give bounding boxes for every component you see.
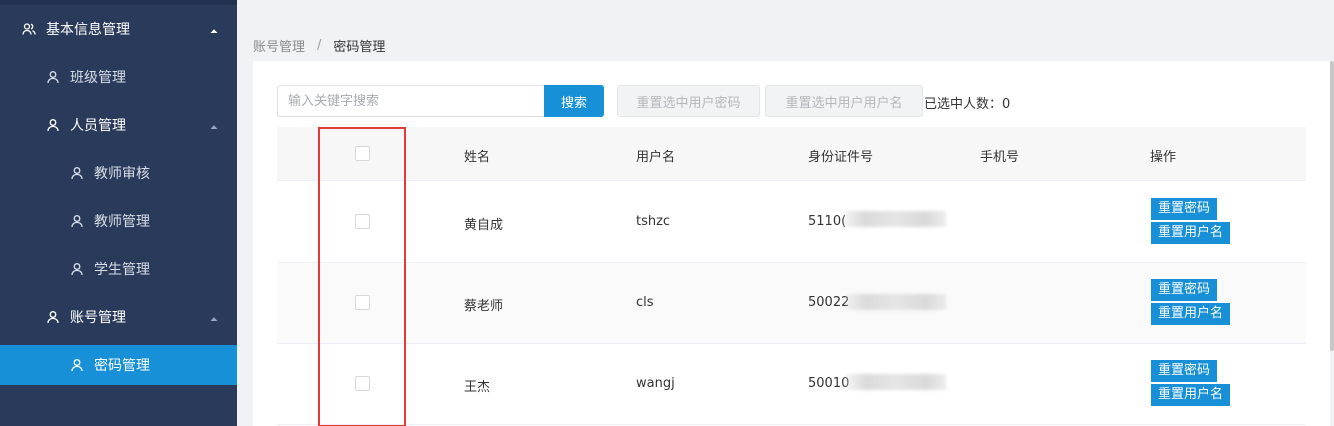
sidebar-item-class[interactable]: 班级管理 [0, 57, 237, 97]
cell-username: tshzc [636, 214, 671, 229]
search-button[interactable]: 搜索 [544, 85, 604, 117]
table-row: 黄自成 tshzc 5110( 重置密码 重置用户名 [277, 182, 1306, 263]
sidebar-item-label: 班级管理 [70, 70, 126, 86]
sidebar-item-account[interactable]: 账号管理 [0, 297, 237, 337]
breadcrumb-parent[interactable]: 账号管理 [253, 36, 305, 55]
header-actions: 操作 [1150, 150, 1177, 165]
breadcrumb: 账号管理 / 密码管理 [253, 36, 386, 55]
search-input[interactable] [277, 85, 545, 117]
sidebar: 基本信息管理 班级管理 人员管理 教师审核 教师管理 学生管理 账号管理 密码管… [0, 0, 237, 426]
redacted-id-blur [846, 374, 946, 390]
row-checkbox[interactable] [355, 214, 370, 229]
sidebar-item-label: 学生管理 [94, 262, 150, 278]
user-icon [70, 166, 84, 180]
cell-id-number: 50010 [808, 376, 850, 391]
scrollbar[interactable] [1330, 61, 1334, 351]
cell-name: 黄自成 [464, 218, 504, 233]
breadcrumb-separator: / [317, 37, 322, 53]
reset-password-button[interactable]: 重置密码 [1151, 198, 1218, 220]
user-icon [46, 118, 60, 132]
select-all-checkbox[interactable] [355, 146, 370, 161]
users-icon [22, 22, 36, 36]
user-icon [46, 310, 60, 324]
reset-username-button[interactable]: 重置用户名 [1151, 384, 1231, 406]
sidebar-item-label: 基本信息管理 [46, 22, 130, 38]
header-phone: 手机号 [980, 150, 1020, 165]
chevron-up-icon [209, 312, 219, 322]
table-header: 姓名 用户名 身份证件号 手机号 操作 [277, 127, 1306, 181]
sidebar-item-basic-info[interactable]: 基本信息管理 [0, 9, 237, 49]
cell-id-number: 5110( [808, 214, 847, 229]
header-username: 用户名 [636, 150, 676, 165]
sidebar-item-student-management[interactable]: 学生管理 [0, 249, 237, 289]
header-id-number: 身份证件号 [808, 150, 874, 165]
sidebar-item-label: 密码管理 [94, 358, 150, 374]
sidebar-item-password[interactable]: 密码管理 [0, 345, 237, 385]
redacted-id-blur [844, 211, 946, 227]
redacted-id-blur [846, 294, 946, 310]
sidebar-top-strip [0, 0, 237, 5]
cell-username: cls [636, 295, 654, 310]
reset-selected-password-button[interactable]: 重置选中用户密码 [617, 85, 760, 117]
main-top-bar [237, 0, 1334, 10]
user-icon [46, 70, 60, 84]
sidebar-item-teacher-review[interactable]: 教师审核 [0, 153, 237, 193]
table-row: 蔡老师 cls 50022 重置密码 重置用户名 [277, 263, 1306, 344]
selected-count: 已选中人数：0 [924, 97, 1011, 112]
reset-username-button[interactable]: 重置用户名 [1151, 222, 1231, 244]
user-icon [70, 214, 84, 228]
row-checkbox[interactable] [355, 376, 370, 391]
sidebar-item-label: 账号管理 [70, 310, 126, 326]
sidebar-item-label: 教师审核 [94, 166, 150, 182]
sidebar-item-personnel[interactable]: 人员管理 [0, 105, 237, 145]
breadcrumb-current: 密码管理 [333, 39, 386, 55]
user-icon [70, 358, 84, 372]
cell-name: 王杰 [464, 380, 491, 395]
reset-selected-username-button[interactable]: 重置选中用户用户名 [765, 85, 923, 117]
reset-username-button[interactable]: 重置用户名 [1151, 303, 1231, 325]
table-row: 王杰 wangj 50010 重置密码 重置用户名 [277, 344, 1306, 425]
user-icon [70, 262, 84, 276]
header-name: 姓名 [464, 150, 491, 165]
chevron-up-icon [209, 24, 219, 34]
reset-password-button[interactable]: 重置密码 [1151, 279, 1218, 301]
cell-id-number: 50022 [808, 295, 850, 310]
row-checkbox[interactable] [355, 295, 370, 310]
sidebar-item-teacher-management[interactable]: 教师管理 [0, 201, 237, 241]
chevron-up-icon [209, 120, 219, 130]
cell-username: wangj [636, 376, 675, 391]
reset-password-button[interactable]: 重置密码 [1151, 360, 1218, 382]
sidebar-item-label: 教师管理 [94, 214, 150, 230]
cell-name: 蔡老师 [464, 299, 504, 314]
sidebar-item-label: 人员管理 [70, 118, 126, 134]
